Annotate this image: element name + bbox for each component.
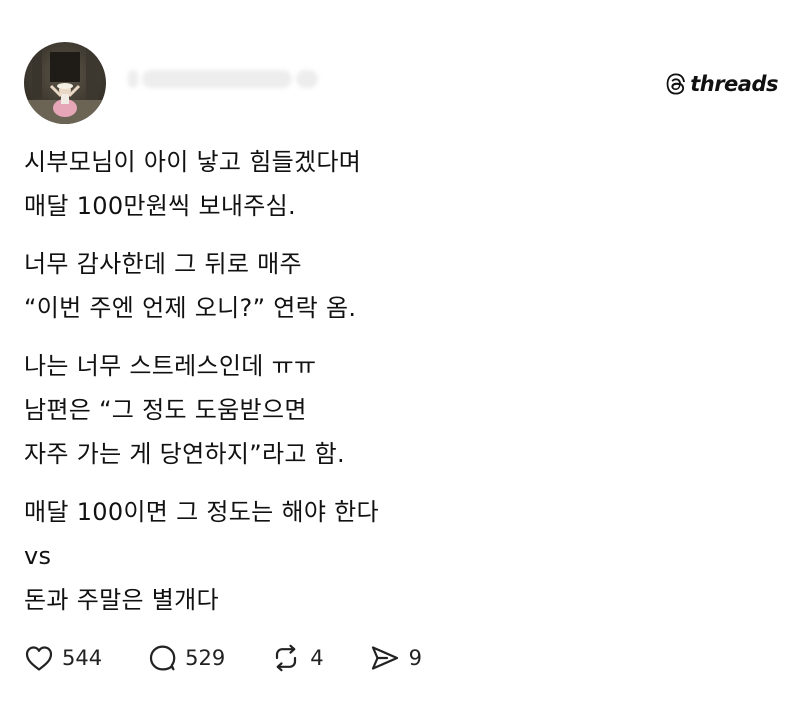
post-line: 너무 감사한데 그 뒤로 매주 <box>24 250 302 278</box>
repost-count: 4 <box>310 646 324 670</box>
like-count: 544 <box>62 646 103 670</box>
avatar[interactable] <box>24 42 106 124</box>
username-blurred[interactable] <box>128 68 328 92</box>
post-line: 매달 100만원씩 보내주심. <box>24 192 296 220</box>
reply-button[interactable]: 529 <box>147 644 225 672</box>
share-count: 9 <box>408 646 422 670</box>
threads-brand: threads <box>665 70 778 98</box>
post-line: 나는 너무 스트레스인데 ㅠㅠ <box>24 352 317 380</box>
like-button[interactable]: 544 <box>24 644 102 672</box>
post-line: 자주 가는 게 당연하지”라고 함. <box>24 440 345 468</box>
post-line: 남편은 “그 정도 도움받으면 <box>24 396 307 424</box>
speech-bubble-icon <box>149 645 176 671</box>
post-paragraph: 너무 감사한데 그 뒤로 매주 “이번 주엔 언제 오니?” 연락 옴. <box>24 242 764 330</box>
threads-logo-icon <box>666 73 686 95</box>
reply-count: 529 <box>185 646 226 670</box>
post-line: vs <box>24 542 52 570</box>
post-line: 시부모님이 아이 낳고 힘들겠다며 <box>24 148 362 176</box>
post-header: threads <box>24 42 784 130</box>
post-line: 돈과 주말은 별개다 <box>24 586 219 614</box>
post-paragraph: 시부모님이 아이 낳고 힘들겠다며 매달 100만원씩 보내주심. <box>24 140 764 228</box>
repost-button[interactable]: 4 <box>270 644 324 672</box>
share-button[interactable]: 9 <box>369 644 422 672</box>
heart-icon <box>25 646 53 671</box>
post-line: 매달 100이면 그 정도는 해야 한다 <box>24 498 379 526</box>
send-arrow-icon <box>371 646 398 670</box>
repost-arrows-icon <box>276 644 297 672</box>
post-actions: 544 529 4 9 <box>24 638 467 678</box>
post-paragraph: 나는 너무 스트레스인데 ㅠㅠ 남편은 “그 정도 도움받으면 자주 가는 게 … <box>24 344 764 476</box>
brand-name: threads <box>690 72 778 96</box>
post-paragraph: 매달 100이면 그 정도는 해야 한다 vs 돈과 주말은 별개다 <box>24 490 764 622</box>
avatar-photo <box>24 42 106 124</box>
post-body: 시부모님이 아이 낳고 힘들겠다며 매달 100만원씩 보내주심. 너무 감사한… <box>24 140 764 636</box>
post-line: “이번 주엔 언제 오니?” 연락 옴. <box>24 294 357 322</box>
